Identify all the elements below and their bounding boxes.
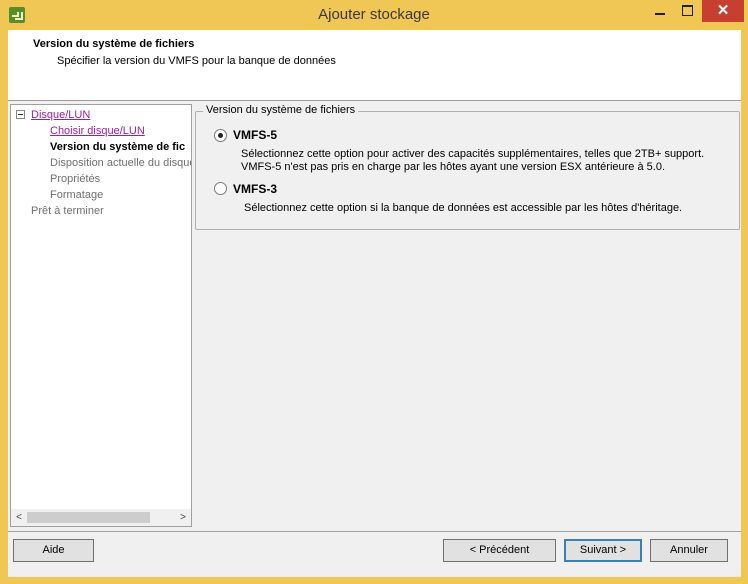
wizard-header: Version du système de fichiers Spécifier…: [8, 30, 741, 101]
cancel-button[interactable]: Annuler: [650, 539, 728, 562]
vmfs3-label[interactable]: VMFS-3: [233, 182, 277, 196]
tree-item-disk-layout: Disposition actuelle du disque: [50, 157, 192, 169]
scroll-right-icon[interactable]: >: [175, 509, 191, 526]
window-title: Ajouter stockage: [318, 6, 430, 23]
tree-item-choose-disk[interactable]: Choisir disque/LUN: [50, 125, 145, 137]
tree-item-properties: Propriétés: [50, 173, 101, 185]
close-icon: ✕: [716, 2, 730, 19]
vmfs3-desc: Sélectionnez cette option si la banque d…: [244, 202, 683, 214]
vmfs5-label[interactable]: VMFS-5: [233, 128, 277, 142]
scroll-left-icon[interactable]: <: [11, 509, 27, 526]
next-button[interactable]: Suivant >: [564, 539, 642, 562]
maximize-button[interactable]: [674, 0, 702, 22]
scroll-thumb[interactable]: [27, 512, 150, 523]
vmfs3-radio[interactable]: [214, 182, 227, 195]
help-button[interactable]: Aide: [13, 539, 94, 562]
group-legend: Version du système de fichiers: [203, 104, 359, 116]
tree-item-fs-version[interactable]: Version du système de fic: [50, 141, 185, 153]
tree-item-disk-lun[interactable]: Disque/LUN: [31, 109, 90, 121]
tree-item-formatting: Formatage: [50, 189, 104, 201]
vmfs5-desc-line2: VMFS-5 n'est pas pris en charge par les …: [241, 161, 665, 173]
page-title: Version du système de fichiers: [33, 38, 195, 50]
dialog-client-area: Version du système de fichiers Spécifier…: [8, 30, 741, 577]
add-storage-window: Ajouter stockage ✕ Version du système de…: [0, 0, 748, 584]
page-subtitle: Spécifier la version du VMFS pour la ban…: [57, 55, 336, 67]
vmfs5-radio[interactable]: [214, 129, 227, 142]
horizontal-scrollbar[interactable]: < >: [11, 509, 191, 526]
close-button[interactable]: ✕: [702, 0, 744, 22]
back-button[interactable]: < Précédent: [443, 539, 556, 562]
minimize-button[interactable]: [646, 0, 674, 22]
collapse-icon[interactable]: [16, 110, 25, 119]
filesystem-version-group: Version du système de fichiers VMFS-5 Sé…: [195, 104, 740, 230]
tree-item-ready: Prêt à terminer: [31, 205, 104, 217]
footer-divider: [8, 531, 741, 532]
title-bar[interactable]: Ajouter stockage ✕: [0, 0, 748, 30]
wizard-steps-tree[interactable]: Disque/LUN Choisir disque/LUN Version du…: [10, 104, 192, 527]
vmfs5-desc-line1: Sélectionnez cette option pour activer d…: [241, 148, 705, 160]
